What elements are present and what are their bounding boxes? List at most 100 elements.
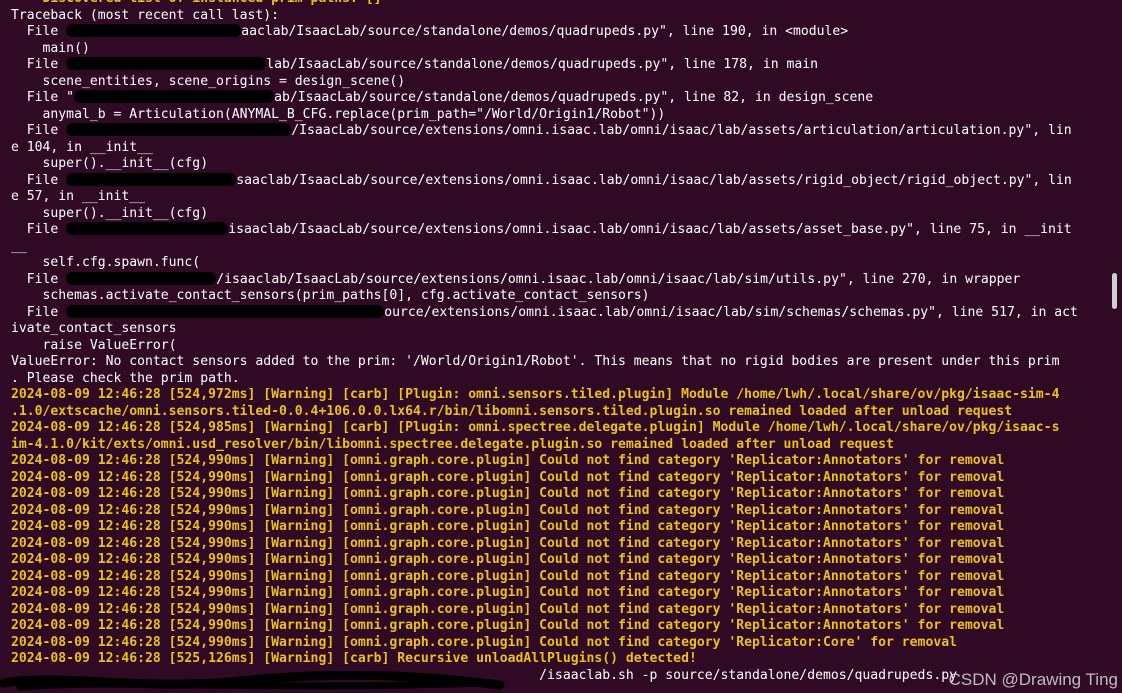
line-text: super().__init__(cfg) <box>11 156 209 171</box>
terminal-line: File /isaaclab/IsaacLab/source/extension… <box>11 271 1108 289</box>
terminal-line: super().__init__(cfg) <box>11 206 1108 223</box>
terminal-line: 2024-08-09 12:46:28 [524,972ms] [Warning… <box>11 387 1108 404</box>
redaction-bar <box>66 123 292 136</box>
line-text-continued: aaclab/IsaacLab/source/standalone/demos/… <box>241 24 849 39</box>
line-text: 2024-08-09 12:46:28 [524,990ms] [Warning… <box>11 552 1005 567</box>
terminal-line: File saaclab/IsaacLab/source/extensions/… <box>11 172 1108 190</box>
terminal-line: super().__init__(cfg) <box>11 156 1108 173</box>
line-text: File " <box>11 90 75 105</box>
terminal-line: main() <box>11 41 1108 58</box>
watermark-text: CSDN @Drawing Ting <box>948 669 1118 689</box>
line-text-continued: lab/IsaacLab/source/standalone/demos/qua… <box>266 57 819 72</box>
line-text: im-4.1.0/kit/exts/omni.usd_resolver/bin/… <box>11 436 894 452</box>
scrollbar-thumb[interactable] <box>1112 273 1117 309</box>
line-text-continued: saaclab/IsaacLab/source/extensions/omni.… <box>236 172 1072 188</box>
line-text: File <box>11 24 67 39</box>
redaction-bar <box>66 222 229 235</box>
line-text: self.cfg.spawn.func( <box>11 255 201 270</box>
line-text: File <box>11 271 67 287</box>
terminal-line: 2024-08-09 12:46:28 [524,990ms] [Warning… <box>11 519 1108 536</box>
line-text: File <box>11 304 67 320</box>
terminal-line: 2024-08-09 12:46:28 [524,990ms] [Warning… <box>11 486 1108 503</box>
line-text-continued: ab/IsaacLab/source/standalone/demos/quad… <box>274 90 874 105</box>
line-text-continued: isaaclab/IsaacLab/source/extensions/omni… <box>228 222 1072 237</box>
line-text: 2024-08-09 12:46:28 [524,990ms] [Warning… <box>11 453 1005 468</box>
terminal-line: e 104, in __init__ <box>11 140 1108 157</box>
terminal-line: im-4.1.0/kit/exts/omni.usd_resolver/bin/… <box>11 437 1108 454</box>
line-text: 2024-08-09 12:46:28 [524,990ms] [Warning… <box>11 502 1005 518</box>
terminal-line: raise ValueError( <box>11 338 1108 355</box>
terminal-line: 2024-08-09 12:46:28 [524,990ms] [Warning… <box>11 635 1108 652</box>
redaction-bar <box>66 304 385 318</box>
terminal-line: 2024-08-09 12:46:28 [524,990ms] [Warning… <box>11 552 1108 569</box>
line-text: ivate_contact_sensors <box>11 321 177 336</box>
redaction-bar <box>66 271 217 285</box>
terminal-line: .1.0/extscache/omni.sensors.tiled-0.0.4+… <box>11 404 1108 421</box>
line-text: Traceback (most recent call last): <box>11 7 280 23</box>
terminal-line: e 57, in __init__ <box>11 189 1108 206</box>
terminal-line: 2024-08-09 12:46:28 [524,990ms] [Warning… <box>11 569 1108 586</box>
line-text: 2024-08-09 12:46:28 [524,990ms] [Warning… <box>11 568 1005 584</box>
terminal-line: File /IsaacLab/source/extensions/omni.is… <box>11 123 1108 140</box>
line-text: 2024-08-09 12:46:28 [524,990ms] [Warning… <box>11 585 1005 600</box>
terminal-line: File ource/extensions/omni.isaac.lab/omn… <box>11 304 1108 322</box>
line-text: 2024-08-09 12:46:28 [524,990ms] [Warning… <box>11 535 1005 551</box>
terminal-line: 2024-08-09 12:46:28 [524,990ms] [Warning… <box>11 618 1108 635</box>
terminal-line: 2024-08-09 12:46:28 [524,990ms] [Warning… <box>11 602 1108 619</box>
terminal-window[interactable]: Discovered list of instanced prim paths:… <box>0 0 1122 693</box>
terminal-line: self.cfg.spawn.func( <box>11 255 1108 272</box>
terminal-output: Discovered list of instanced prim paths:… <box>11 0 1108 684</box>
line-text: 2024-08-09 12:46:28 [524,990ms] [Warning… <box>11 634 957 650</box>
line-text: e 104, in __init__ <box>11 139 153 155</box>
redaction-scribble-icon <box>0 671 505 691</box>
line-text: anymal_b = Articulation(ANYMAL_B_CFG.rep… <box>11 106 666 122</box>
terminal-line: scene_entities, scene_origins = design_s… <box>11 74 1108 91</box>
terminal-line: 2024-08-09 12:46:28 [524,985ms] [Warning… <box>11 420 1108 437</box>
line-text: Discovered list of instanced prim paths:… <box>11 0 382 6</box>
line-text: 2024-08-09 12:46:28 [524,990ms] [Warning… <box>11 519 1005 534</box>
line-text: main() <box>11 40 90 56</box>
line-text: scene_entities, scene_origins = design_s… <box>11 73 406 89</box>
line-text: 2024-08-09 12:46:28 [524,972ms] [Warning… <box>11 387 1060 402</box>
line-text: . Please check the prim path. <box>11 370 240 386</box>
line-text-continued: /IsaacLab/source/extensions/omni.isaac.l… <box>291 123 1072 138</box>
line-text: .1.0/extscache/omni.sensors.tiled-0.0.4+… <box>11 403 1013 419</box>
terminal-line: __ <box>11 239 1108 256</box>
line-text: 2024-08-09 12:46:28 [524,990ms] [Warning… <box>11 486 1005 501</box>
terminal-line: ivate_contact_sensors <box>11 321 1108 338</box>
line-text: 2024-08-09 12:46:28 [524,990ms] [Warning… <box>11 469 1005 485</box>
line-text: 2024-08-09 12:46:28 [524,990ms] [Warning… <box>11 618 1005 633</box>
terminal-line: 2024-08-09 12:46:28 [524,990ms] [Warning… <box>11 453 1108 470</box>
line-text: File <box>11 57 67 72</box>
line-text: File <box>11 172 67 188</box>
redaction-bar <box>74 90 275 103</box>
terminal-line: File isaaclab/IsaacLab/source/extensions… <box>11 222 1108 239</box>
terminal-line: 2024-08-09 12:46:28 [525,126ms] [Warning… <box>11 651 1108 668</box>
terminal-line: Traceback (most recent call last): <box>11 8 1108 25</box>
terminal-line: Discovered list of instanced prim paths:… <box>11 0 1108 8</box>
terminal-line: 2024-08-09 12:46:28 [524,990ms] [Warning… <box>11 536 1108 553</box>
terminal-line: . Please check the prim path. <box>11 371 1108 388</box>
terminal-line: 2024-08-09 12:46:28 [524,990ms] [Warning… <box>11 585 1108 602</box>
line-text: 2024-08-09 12:46:28 [524,990ms] [Warning… <box>11 601 1005 617</box>
line-text: 2024-08-09 12:46:28 [525,126ms] [Warning… <box>11 651 697 666</box>
terminal-line: File aaclab/IsaacLab/source/standalone/d… <box>11 24 1108 41</box>
line-text: File <box>11 222 67 237</box>
terminal-line: ValueError: No contact sensors added to … <box>11 354 1108 371</box>
terminal-line: schemas.activate_contact_sensors(prim_pa… <box>11 288 1108 305</box>
redaction-bar <box>66 57 267 70</box>
redaction-bar <box>66 24 242 37</box>
line-text: 2024-08-09 12:46:28 [524,985ms] [Warning… <box>11 420 1060 435</box>
terminal-line: File " ab/IsaacLab/source/standalone/demo… <box>11 90 1108 107</box>
line-text-continued: ource/extensions/omni.isaac.lab/omni/isa… <box>384 304 1078 320</box>
line-text: e 57, in __init__ <box>11 189 146 204</box>
line-text: __ <box>11 238 27 254</box>
line-text-continued: /isaaclab/IsaacLab/source/extensions/omn… <box>216 271 1021 287</box>
line-text: raise ValueError( <box>11 337 177 353</box>
line-text: File <box>11 123 67 138</box>
terminal-line: 2024-08-09 12:46:28 [524,990ms] [Warning… <box>11 503 1108 520</box>
line-text: schemas.activate_contact_sensors(prim_pa… <box>11 288 650 303</box>
terminal-line: File lab/IsaacLab/source/standalone/demo… <box>11 57 1108 74</box>
line-text: super().__init__(cfg) <box>11 205 209 221</box>
redaction-bar <box>66 172 237 186</box>
